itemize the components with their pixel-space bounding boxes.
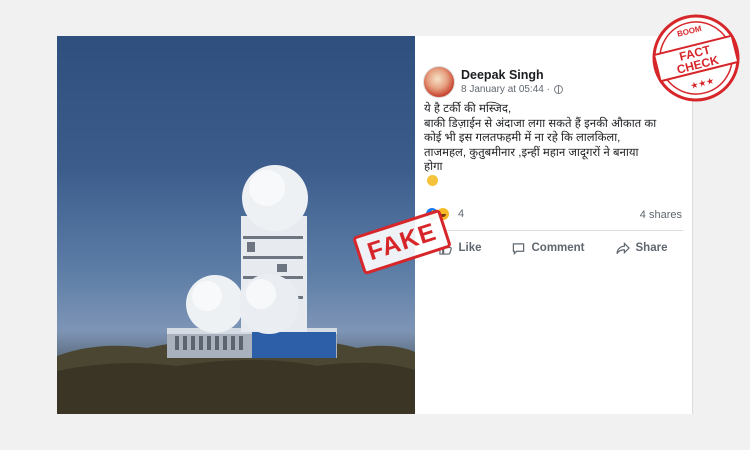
- reactions-count: 4: [458, 208, 465, 220]
- author-block: Deepak Singh 8 January at 05:44 ·: [461, 68, 563, 96]
- globe-icon: [553, 85, 563, 94]
- post-text-line-last: होगा: [424, 160, 686, 186]
- share-arrow-icon: [615, 241, 630, 254]
- author-name[interactable]: Deepak Singh: [461, 68, 563, 83]
- share-label: Share: [635, 242, 668, 254]
- comment-icon: [513, 242, 525, 255]
- post-text-line: ताजमहल, कुतुबमीनार ,इन्हीं महान जादूगरों…: [424, 146, 639, 159]
- post-text-line: बाकी डिज़ाईन से अंदाजा लगा सकते हैं इनकी…: [424, 117, 657, 130]
- post-header: Deepak Singh 8 January at 05:44 ·: [423, 66, 563, 98]
- post-text: ये है टर्की की मस्जिद, बाकी डिज़ाईन से अ…: [424, 102, 686, 186]
- comment-label: Comment: [531, 242, 585, 254]
- post-photo-radar-domes[interactable]: [57, 36, 415, 414]
- post-text-line: होगा: [424, 161, 443, 173]
- post-meta: 8 January at 05:44 ·: [461, 83, 563, 96]
- author-avatar[interactable]: [423, 66, 455, 98]
- shares-count[interactable]: 4 shares: [640, 209, 682, 221]
- comment-button[interactable]: Comment: [512, 242, 585, 255]
- like-label: Like: [458, 242, 482, 254]
- share-button[interactable]: Share: [615, 241, 668, 255]
- radar-station-illustration: [57, 165, 415, 414]
- emoji-icon: [427, 174, 438, 186]
- post-timestamp[interactable]: 8 January at 05:44 ·: [461, 83, 550, 96]
- divider: [424, 230, 683, 231]
- post-text-line: कोई भी इस गलतफहमी में ना रहे कि लालकिला,: [424, 132, 621, 144]
- post-actions: Like Comment Share: [424, 236, 683, 260]
- post-text-line: ये है टर्की की मस्जिद,: [424, 103, 512, 115]
- fact-check-badge-icon: BOOM FACT CHECK ★★★: [652, 14, 740, 102]
